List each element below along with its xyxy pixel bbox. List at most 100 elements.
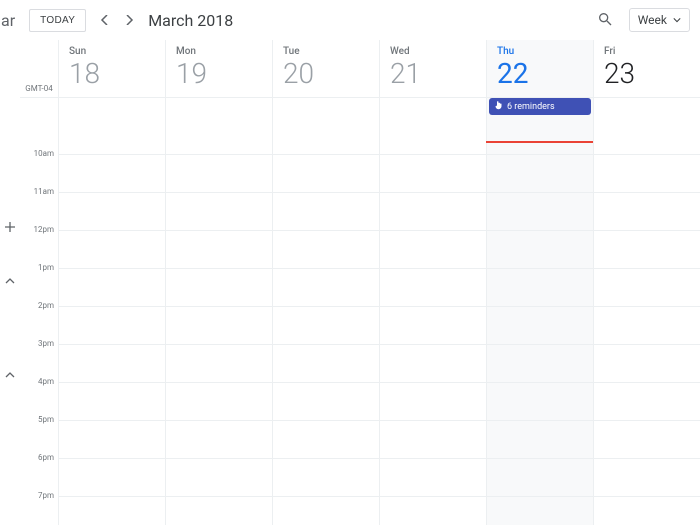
hour-cell[interactable] (486, 344, 593, 382)
hour-cell[interactable] (593, 192, 700, 230)
hour-cell[interactable] (165, 344, 272, 382)
allday-cell[interactable] (165, 98, 272, 116)
hour-cell[interactable] (272, 496, 379, 525)
hour-cell[interactable] (165, 192, 272, 230)
hour-cell[interactable] (272, 382, 379, 420)
next-week-button[interactable] (118, 6, 140, 34)
day-header-wed[interactable]: Wed 21 (379, 40, 486, 97)
hour-cell[interactable] (379, 306, 486, 344)
hour-cell[interactable] (486, 382, 593, 420)
day-number: 23 (604, 59, 700, 88)
hour-cell[interactable] (272, 116, 379, 154)
hour-cell[interactable] (165, 382, 272, 420)
prev-week-button[interactable] (94, 6, 116, 34)
view-selector[interactable]: Week (629, 8, 690, 32)
hour-cell[interactable] (165, 420, 272, 458)
hour-cell[interactable] (58, 306, 165, 344)
hour-cell[interactable] (165, 458, 272, 496)
hour-cell[interactable] (486, 420, 593, 458)
hour-cell[interactable] (272, 230, 379, 268)
hour-cell[interactable] (58, 496, 165, 525)
hour-cell[interactable] (58, 420, 165, 458)
hour-cell[interactable] (593, 154, 700, 192)
hour-cell[interactable] (486, 268, 593, 306)
hour-cell[interactable] (379, 420, 486, 458)
day-of-week-label: Tue (283, 46, 379, 57)
add-calendar-icon[interactable] (3, 220, 17, 234)
hour-cell[interactable] (58, 230, 165, 268)
hour-cell[interactable] (272, 306, 379, 344)
hour-cell[interactable] (379, 192, 486, 230)
hour-cell[interactable] (165, 154, 272, 192)
hour-cell[interactable] (272, 154, 379, 192)
allday-cell[interactable] (593, 98, 700, 116)
hour-cell[interactable] (58, 344, 165, 382)
hour-cell[interactable] (58, 268, 165, 306)
hour-cell[interactable] (593, 496, 700, 525)
hour-cell[interactable] (593, 420, 700, 458)
hour-cell[interactable] (272, 420, 379, 458)
collapse-section-icon-2[interactable] (3, 368, 17, 382)
hour-cell[interactable] (593, 268, 700, 306)
hour-cell[interactable] (593, 344, 700, 382)
hour-cell[interactable] (593, 230, 700, 268)
allday-cell[interactable] (272, 98, 379, 116)
collapse-section-icon[interactable] (3, 274, 17, 288)
day-header-fri[interactable]: Fri 23 (593, 40, 700, 97)
day-header-tue[interactable]: Tue 20 (272, 40, 379, 97)
hour-cell[interactable] (486, 306, 593, 344)
hour-cell[interactable] (379, 268, 486, 306)
hour-cell[interactable] (58, 154, 165, 192)
day-of-week-label: Mon (176, 46, 272, 57)
hour-cell[interactable] (379, 116, 486, 154)
hour-label: 4pm (20, 377, 58, 415)
allday-cell-today[interactable]: 6 reminders (486, 98, 593, 116)
hour-cell[interactable] (379, 344, 486, 382)
reminders-chip[interactable]: 6 reminders (489, 98, 591, 115)
hour-cell[interactable] (165, 230, 272, 268)
day-number: 19 (176, 59, 272, 88)
hour-cell[interactable] (486, 154, 593, 192)
hour-cell[interactable] (593, 306, 700, 344)
hour-cell[interactable] (593, 116, 700, 154)
day-header-mon[interactable]: Mon 19 (165, 40, 272, 97)
day-number: 18 (69, 59, 165, 88)
hour-cell[interactable] (486, 458, 593, 496)
hand-point-icon (494, 101, 503, 113)
hour-cell[interactable] (486, 192, 593, 230)
hour-cell[interactable] (486, 496, 593, 525)
hour-label: 10am (20, 149, 58, 187)
hour-label: 7pm (20, 491, 58, 525)
hour-cell[interactable] (379, 496, 486, 525)
hour-cell[interactable] (593, 458, 700, 496)
day-header-thu[interactable]: Thu 22 (486, 40, 593, 97)
hour-cell[interactable] (486, 116, 593, 154)
hour-cell[interactable] (272, 268, 379, 306)
current-time-indicator (486, 141, 593, 143)
hour-cell[interactable] (165, 496, 272, 525)
allday-cell[interactable] (379, 98, 486, 116)
hour-label: 1pm (20, 263, 58, 301)
hour-cell[interactable] (593, 382, 700, 420)
hour-cell[interactable] (379, 230, 486, 268)
search-button[interactable] (591, 6, 619, 34)
hour-cell[interactable] (272, 344, 379, 382)
hour-cell[interactable] (272, 192, 379, 230)
hour-cell[interactable] (58, 192, 165, 230)
hour-cell[interactable] (379, 382, 486, 420)
hour-cell[interactable] (486, 230, 593, 268)
hour-cell[interactable] (58, 458, 165, 496)
today-button[interactable]: TODAY (29, 9, 86, 32)
hour-cell[interactable] (379, 458, 486, 496)
day-header-sun[interactable]: Sun 18 (58, 40, 165, 97)
chevron-left-icon (100, 13, 110, 28)
hour-cell[interactable] (58, 116, 165, 154)
hour-cell[interactable] (272, 458, 379, 496)
day-number: 22 (497, 59, 593, 88)
hour-cell[interactable] (165, 268, 272, 306)
hour-cell[interactable] (165, 116, 272, 154)
hour-cell[interactable] (379, 154, 486, 192)
hour-cell[interactable] (165, 306, 272, 344)
allday-cell[interactable] (58, 98, 165, 116)
hour-cell[interactable] (58, 382, 165, 420)
